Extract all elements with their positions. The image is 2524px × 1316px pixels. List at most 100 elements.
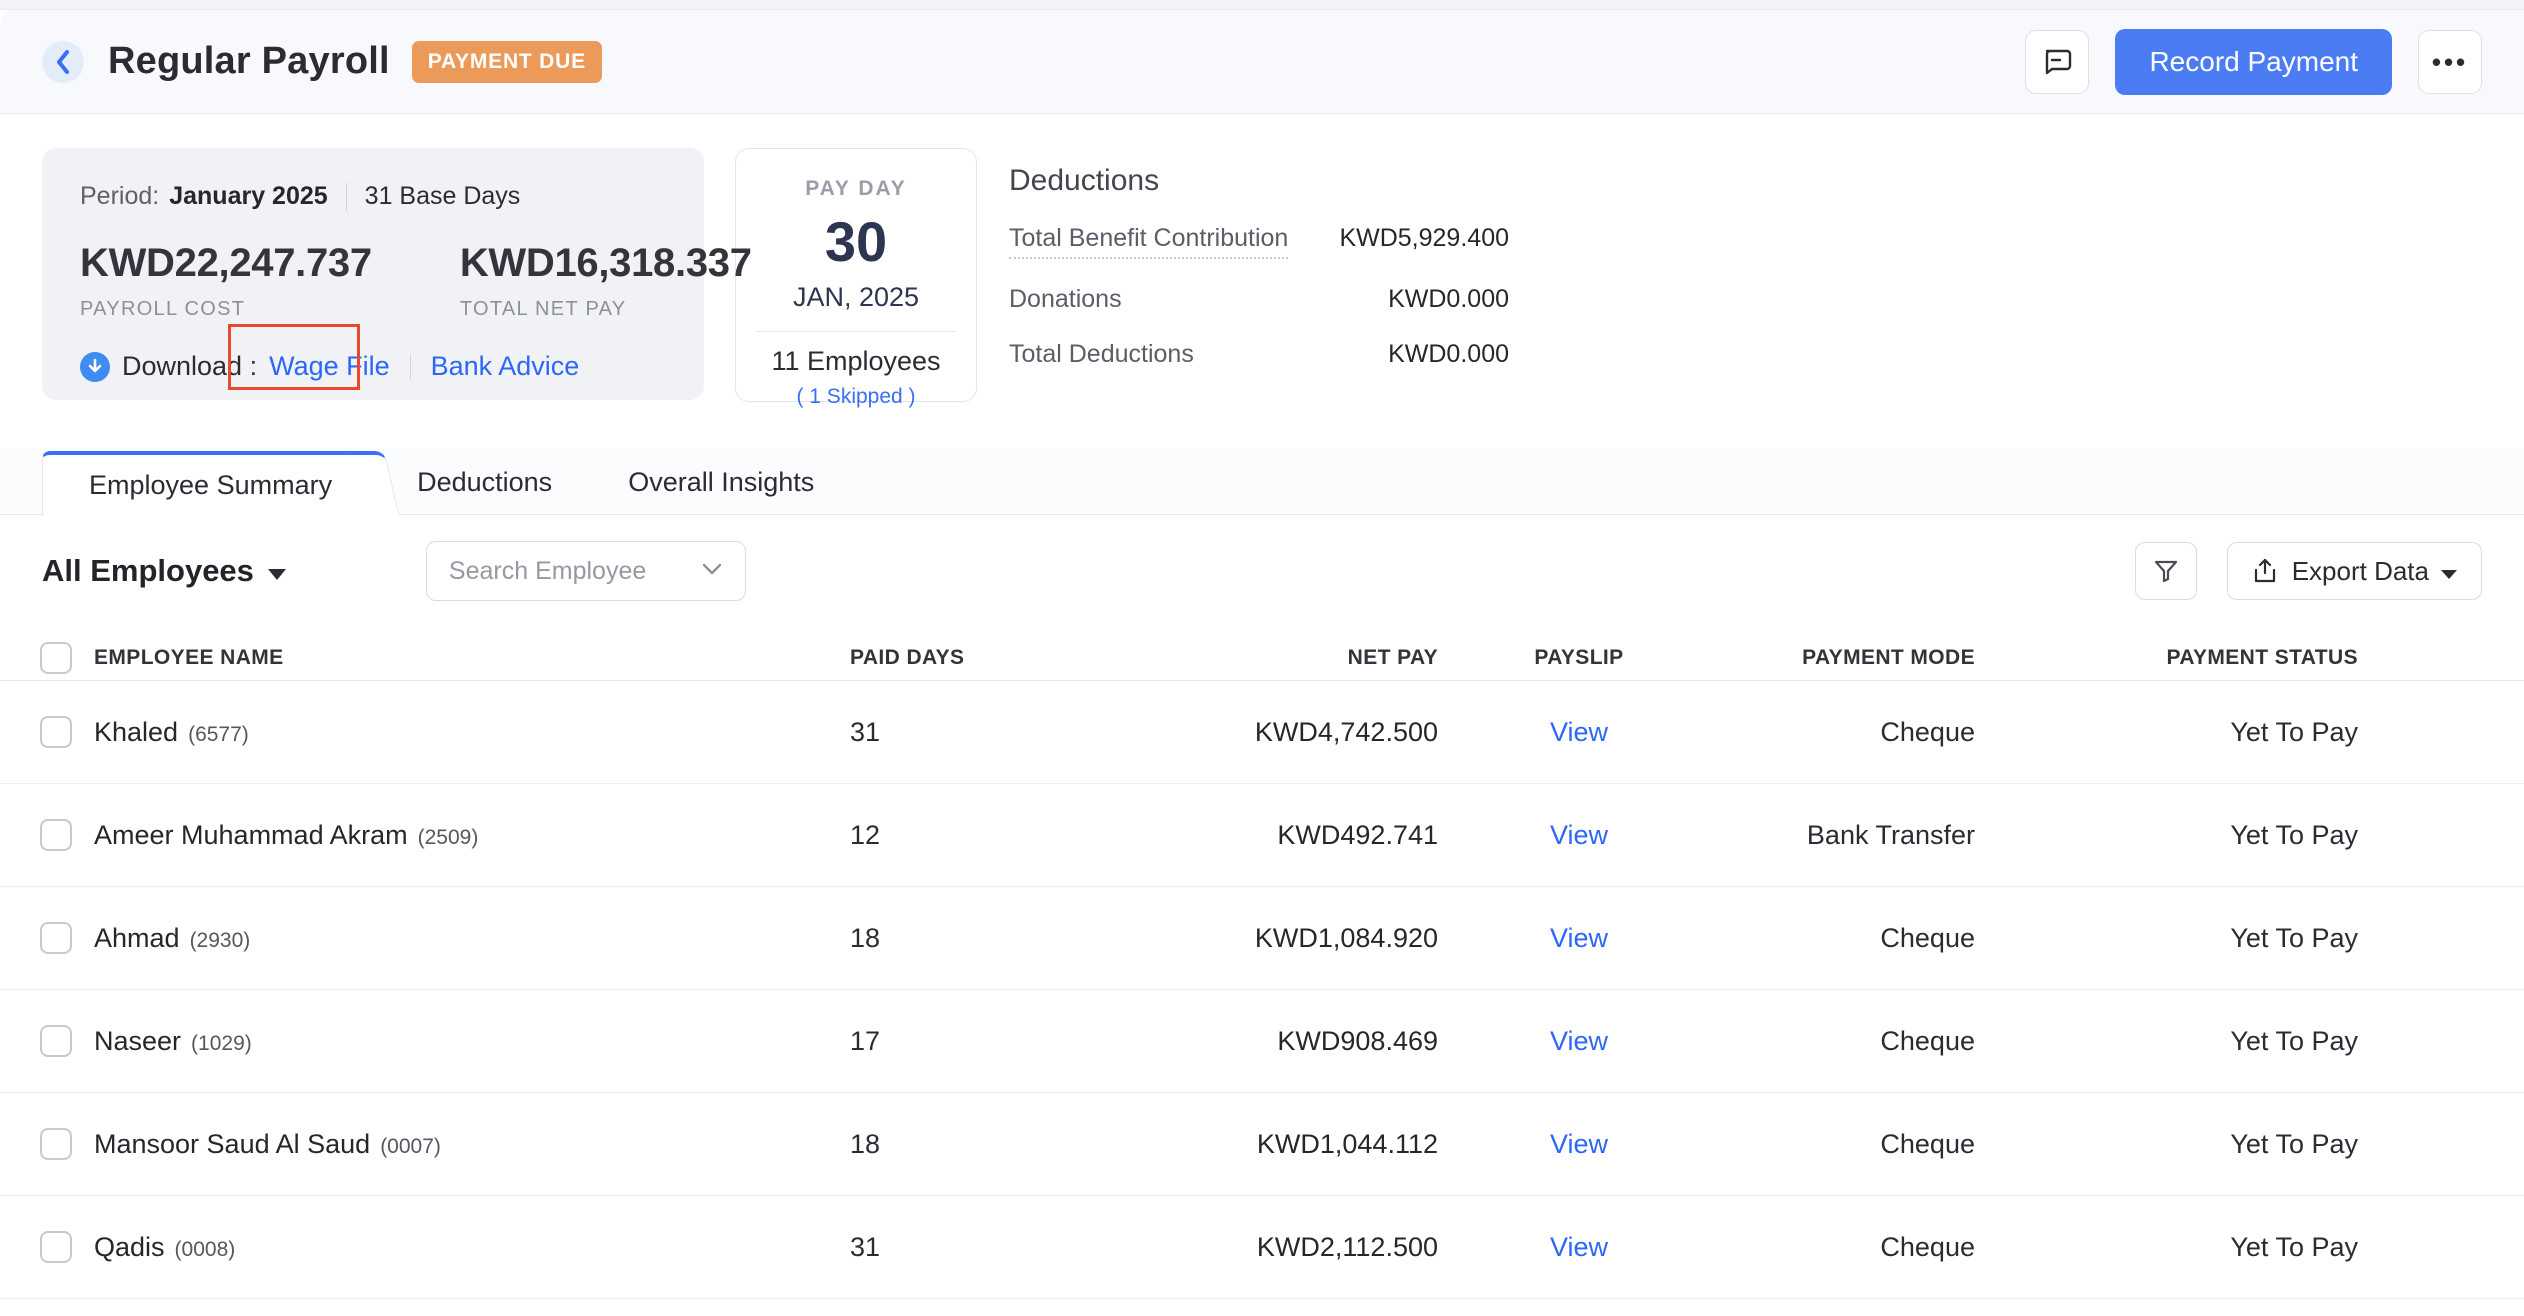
deduction-label: Total Benefit Contribution xyxy=(1009,224,1288,259)
download-row: Download : Wage File Bank Advice xyxy=(80,351,666,382)
bank-advice-link[interactable]: Bank Advice xyxy=(431,351,580,382)
export-icon xyxy=(2252,557,2278,585)
column-header-net-pay: NET PAY xyxy=(980,646,1438,670)
chat-button[interactable] xyxy=(2025,30,2089,94)
row-checkbox[interactable] xyxy=(40,716,72,748)
paid-days-value: 17 xyxy=(850,1026,980,1057)
download-icon xyxy=(80,352,110,382)
employee-name: Mansoor Saud Al Saud xyxy=(94,1129,370,1159)
payment-mode-value: Cheque xyxy=(1720,717,1975,748)
period-label: Period: xyxy=(80,182,159,211)
net-pay-value: KWD2,112.500 xyxy=(980,1232,1438,1263)
payment-mode-value: Cheque xyxy=(1720,923,1975,954)
paid-days-value: 31 xyxy=(850,1232,980,1263)
row-checkbox[interactable] xyxy=(40,922,72,954)
net-pay-value: KWD492.741 xyxy=(980,820,1438,851)
column-header-payment-mode: PAYMENT MODE xyxy=(1720,646,1975,670)
payroll-summary-card: Period: January 2025 31 Base Days KWD22,… xyxy=(42,148,704,400)
page-header: Regular Payroll PAYMENT DUE Record Payme… xyxy=(0,10,2524,114)
more-options-button[interactable]: ••• xyxy=(2418,30,2482,94)
back-button[interactable] xyxy=(42,41,84,83)
period-value: January 2025 xyxy=(169,182,327,211)
row-checkbox[interactable] xyxy=(40,819,72,851)
deduction-value: KWD0.000 xyxy=(1388,340,1509,369)
table-toolbar: All Employees Export Data xyxy=(0,541,2524,601)
net-pay-value: KWD1,044.112 xyxy=(980,1129,1438,1160)
amounts-row: KWD22,247.737 PAYROLL COST KWD16,318.337… xyxy=(80,241,666,321)
employee-filter-dropdown[interactable]: All Employees xyxy=(42,553,286,589)
window-top-strip xyxy=(0,0,2524,10)
paid-days-value: 12 xyxy=(850,820,980,851)
row-checkbox[interactable] xyxy=(40,1128,72,1160)
payslip-view-link[interactable]: View xyxy=(1550,820,1608,850)
paid-days-value: 18 xyxy=(850,923,980,954)
employee-id: (2509) xyxy=(418,826,479,849)
search-employee-input[interactable] xyxy=(426,541,746,601)
ellipsis-icon: ••• xyxy=(2432,49,2468,75)
tab-employee-summary[interactable]: Employee Summary xyxy=(42,451,379,515)
payslip-view-link[interactable]: View xyxy=(1550,923,1608,953)
table-body: Khaled(6577) 31 KWD4,742.500 View Cheque… xyxy=(0,681,2524,1299)
deductions-title: Deductions xyxy=(1009,164,1509,198)
record-payment-button[interactable]: Record Payment xyxy=(2115,29,2392,95)
chevron-down-icon[interactable] xyxy=(700,561,724,577)
employee-id: (2930) xyxy=(190,929,251,952)
row-checkbox[interactable] xyxy=(40,1231,72,1263)
deduction-value: KWD0.000 xyxy=(1388,285,1509,314)
table-header-row: EMPLOYEE NAME PAID DAYS NET PAY PAYSLIP … xyxy=(0,635,2524,681)
export-data-label: Export Data xyxy=(2292,556,2429,587)
payment-mode-value: Cheque xyxy=(1720,1026,1975,1057)
column-header-employee-name: EMPLOYEE NAME xyxy=(94,646,850,670)
tab-overall-insights[interactable]: Overall Insights xyxy=(590,451,852,514)
skipped-employees-link[interactable]: ( 1 Skipped ) xyxy=(796,385,915,409)
net-pay-value: KWD1,084.920 xyxy=(980,923,1438,954)
employee-name: Ameer Muhammad Akram xyxy=(94,820,408,850)
search-employee-combobox xyxy=(426,541,746,601)
tab-deductions[interactable]: Deductions xyxy=(379,451,590,514)
payment-status-value: Yet To Pay xyxy=(1975,923,2358,954)
table-row: Naseer(1029) 17 KWD908.469 View Cheque Y… xyxy=(0,990,2524,1093)
column-header-payslip: PAYSLIP xyxy=(1438,646,1720,670)
employee-name: Naseer xyxy=(94,1026,181,1056)
tab-label: Overall Insights xyxy=(628,467,814,497)
payday-day: 30 xyxy=(736,209,976,274)
caret-down-icon xyxy=(2441,570,2457,579)
paid-days-value: 18 xyxy=(850,1129,980,1160)
funnel-icon xyxy=(2152,557,2180,585)
deduction-row: Donations KWD0.000 xyxy=(1009,285,1509,314)
payroll-cost-label: PAYROLL COST xyxy=(80,298,372,321)
employee-id: (0008) xyxy=(175,1238,236,1261)
payment-status-value: Yet To Pay xyxy=(1975,1026,2358,1057)
chevron-left-icon xyxy=(54,49,72,75)
table-row: Mansoor Saud Al Saud(0007) 18 KWD1,044.1… xyxy=(0,1093,2524,1196)
employee-name: Khaled xyxy=(94,717,178,747)
paid-days-value: 31 xyxy=(850,717,980,748)
table-row: Ahmad(2930) 18 KWD1,084.920 View Cheque … xyxy=(0,887,2524,990)
table-row: Khaled(6577) 31 KWD4,742.500 View Cheque… xyxy=(0,681,2524,784)
payroll-cost-value: KWD22,247.737 xyxy=(80,241,372,286)
caret-down-icon xyxy=(268,569,286,580)
tab-bar: Employee Summary Deductions Overall Insi… xyxy=(0,448,2524,515)
total-net-pay-block: KWD16,318.337 TOTAL NET PAY xyxy=(460,241,752,321)
deduction-label: Donations xyxy=(1009,285,1122,314)
payment-status-value: Yet To Pay xyxy=(1975,717,2358,748)
row-checkbox[interactable] xyxy=(40,1025,72,1057)
export-data-button[interactable]: Export Data xyxy=(2227,542,2482,600)
employee-name: Qadis xyxy=(94,1232,165,1262)
payslip-view-link[interactable]: View xyxy=(1550,717,1608,747)
wage-file-link[interactable]: Wage File xyxy=(269,351,390,382)
net-pay-value: KWD908.469 xyxy=(980,1026,1438,1057)
payslip-view-link[interactable]: View xyxy=(1550,1026,1608,1056)
employee-filter-value: All Employees xyxy=(42,553,254,589)
select-all-checkbox[interactable] xyxy=(40,642,72,674)
deductions-rows: Total Benefit Contribution KWD5,929.400 … xyxy=(1009,224,1509,369)
tab-label: Employee Summary xyxy=(89,470,332,500)
deduction-value: KWD5,929.400 xyxy=(1339,224,1509,253)
filter-button[interactable] xyxy=(2135,542,2197,600)
payroll-cost-block: KWD22,247.737 PAYROLL COST xyxy=(80,241,372,321)
payslip-view-link[interactable]: View xyxy=(1550,1232,1608,1262)
payslip-view-link[interactable]: View xyxy=(1550,1129,1608,1159)
column-header-payment-status: PAYMENT STATUS xyxy=(1975,646,2358,670)
employee-name: Ahmad xyxy=(94,923,180,953)
deduction-label: Total Deductions xyxy=(1009,340,1194,369)
